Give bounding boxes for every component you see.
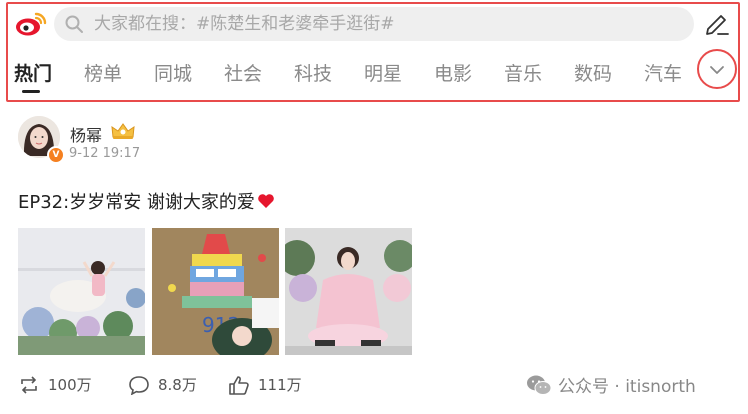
post-image-2[interactable]: 912 — [152, 228, 279, 355]
tab-local[interactable]: 同城 — [154, 59, 192, 86]
wechat-watermark: 公众号 · itisnorth — [526, 372, 696, 397]
tab-cars[interactable]: 汽车 — [644, 59, 682, 86]
tab-digital[interactable]: 数码 — [574, 59, 612, 86]
comment-icon — [129, 375, 149, 395]
post-image-1[interactable] — [18, 228, 145, 355]
watermark-label: 公众号 · itisnorth — [558, 377, 696, 397]
comment-count: 8.8万 — [158, 376, 197, 394]
repost-button[interactable]: 100万 — [18, 374, 92, 395]
weibo-logo-icon[interactable] — [14, 9, 48, 37]
verified-badge: V — [47, 146, 65, 164]
search-bar[interactable] — [54, 7, 694, 41]
post-text: EP32:岁岁常安 谢谢大家的爱 — [18, 192, 255, 213]
tab-movies[interactable]: 电影 — [434, 59, 472, 86]
repost-icon — [21, 375, 37, 394]
repost-count: 100万 — [48, 376, 92, 394]
chevron-down-icon — [710, 66, 724, 74]
post-image-3[interactable] — [285, 228, 412, 355]
like-button[interactable]: 111万 — [228, 374, 302, 395]
search-icon — [65, 15, 83, 33]
like-icon — [229, 375, 249, 395]
tab-society[interactable]: 社会 — [224, 59, 262, 86]
search-input[interactable] — [92, 13, 656, 35]
edit-pencil-icon[interactable] — [704, 10, 730, 36]
post-content: EP32:岁岁常安 谢谢大家的爱 — [18, 188, 275, 214]
tab-music[interactable]: 音乐 — [504, 59, 542, 86]
post-username[interactable]: 杨幂 — [70, 122, 102, 146]
tab-hot[interactable]: 热门 — [14, 59, 52, 86]
heart-icon — [258, 194, 274, 208]
active-tab-indicator — [22, 90, 40, 93]
crown-badge-icon — [111, 123, 135, 139]
like-count: 111万 — [258, 376, 302, 394]
tab-tech[interactable]: 科技 — [294, 59, 332, 86]
tab-rankings[interactable]: 榜单 — [84, 59, 122, 86]
tab-celebrity[interactable]: 明星 — [364, 59, 402, 86]
comment-button[interactable]: 8.8万 — [128, 374, 197, 395]
wechat-icon — [527, 375, 552, 395]
post-timestamp: 9-12 19:17 — [69, 146, 141, 161]
